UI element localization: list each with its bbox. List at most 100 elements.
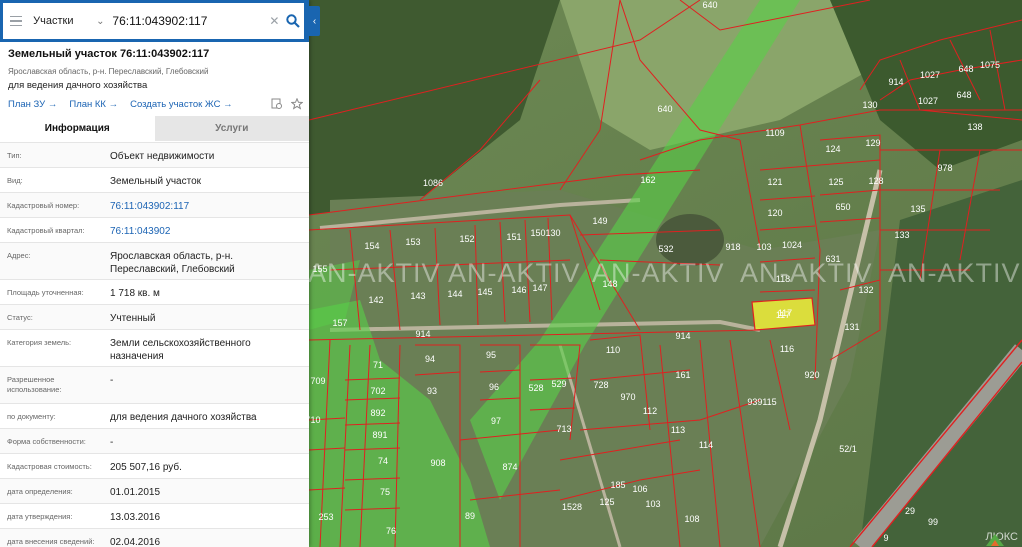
plot-label[interactable]: 1024 [782, 240, 802, 250]
plot-label[interactable]: 130 [545, 228, 560, 238]
plot-label[interactable]: 528 [528, 383, 543, 393]
plot-label[interactable]: 112 [643, 406, 657, 416]
plot-label[interactable]: 709 [310, 376, 325, 386]
plot-label[interactable]: 970 [620, 392, 635, 402]
info-key: Площадь уточненная: [7, 288, 84, 297]
tab-services[interactable]: Услуги [154, 116, 309, 141]
plot-label[interactable]: 1086 [423, 178, 443, 188]
search-button[interactable] [281, 3, 304, 39]
plot-label[interactable]: 978 [937, 163, 952, 173]
plot-label[interactable]: 162 [640, 175, 655, 185]
plot-label[interactable]: 103 [645, 499, 660, 509]
plot-label[interactable]: 185 [610, 480, 625, 490]
link-create-plot[interactable]: Создать участок ЖС → [130, 99, 232, 110]
plot-label[interactable]: 702 [370, 386, 385, 396]
info-value[interactable]: 76:11:043902:117 [110, 200, 302, 213]
plot-label[interactable]: 106 [632, 484, 647, 494]
plot-label[interactable]: 532 [658, 244, 673, 254]
plot-label[interactable]: 76 [386, 526, 396, 536]
plot-label[interactable]: 116 [780, 344, 794, 354]
info-value[interactable]: 76:11:043902 [110, 225, 302, 238]
chevron-down-icon[interactable]: ⌄ [94, 16, 106, 27]
link-plan-zu[interactable]: План ЗУ → [8, 99, 57, 110]
plot-label[interactable]: 161 [675, 370, 690, 380]
plot-label[interactable]: 640 [657, 104, 672, 114]
print-icon[interactable] [271, 98, 283, 110]
plot-label[interactable]: 529 [551, 379, 566, 389]
plot-label[interactable]: 648 [958, 64, 973, 74]
plot-label[interactable]: 713 [556, 424, 571, 434]
plot-label[interactable]: 891 [372, 430, 387, 440]
plot-label[interactable]: 99 [928, 517, 938, 527]
plot-label[interactable]: 108 [684, 514, 699, 524]
plot-label[interactable]: 151 [506, 232, 521, 242]
plot-label[interactable]: 153 [405, 237, 420, 247]
plot-label[interactable]: 125 [828, 177, 843, 187]
plot-label[interactable]: 129 [865, 138, 880, 148]
plot-label[interactable]: 874 [502, 462, 517, 472]
search-input[interactable] [106, 6, 268, 36]
plot-label[interactable]: 128 [868, 176, 883, 186]
plot-label[interactable]: 131 [844, 322, 859, 332]
plot-label[interactable]: 138 [967, 122, 982, 132]
plot-label[interactable]: 939115 [747, 397, 776, 407]
plot-label[interactable]: 110 [606, 345, 620, 355]
plot-label[interactable]: 103 [756, 242, 771, 252]
plot-label[interactable]: 71 [373, 360, 383, 370]
plot-label[interactable]: 133 [894, 230, 909, 240]
plot-label[interactable]: 918 [725, 242, 740, 252]
plot-label[interactable]: 135 [910, 204, 925, 214]
info-value: Учтенный [110, 313, 156, 324]
plot-label[interactable]: 728 [593, 380, 608, 390]
plot-label[interactable]: 1027 [918, 96, 938, 106]
plot-label[interactable]: 97 [491, 416, 501, 426]
menu-icon[interactable] [3, 3, 29, 39]
plot-label[interactable]: 648 [956, 90, 971, 100]
plot-label[interactable]: 75 [380, 487, 390, 497]
plot-label[interactable]: 125 [599, 497, 614, 507]
plot-label[interactable]: 914 [675, 331, 690, 341]
clear-icon[interactable]: ✕ [267, 14, 281, 28]
plot-label[interactable]: 154 [364, 241, 379, 251]
plot-label[interactable]: 89 [465, 511, 475, 521]
plot-label[interactable]: 1027 [920, 70, 940, 80]
plot-label[interactable]: 124 [825, 144, 840, 154]
plot-label[interactable]: 93 [427, 386, 437, 396]
plot-label[interactable]: 157 [332, 318, 347, 328]
plot-label[interactable]: 650 [835, 202, 850, 212]
plot-label[interactable]: 1528 [562, 502, 582, 512]
plot-label[interactable]: 114 [699, 440, 713, 450]
plot-label[interactable]: 640 [702, 0, 717, 10]
tab-info[interactable]: Информация [0, 116, 155, 141]
selected-plot-label[interactable]: 117 [776, 310, 790, 320]
plot-label[interactable]: 29 [905, 506, 915, 516]
plot-label[interactable]: 9 [883, 533, 888, 543]
plot-label[interactable]: 113 [671, 425, 685, 435]
plot-label[interactable]: 74 [378, 456, 388, 466]
layer-select[interactable]: Участки [33, 15, 94, 27]
plot-label[interactable]: 914 [415, 329, 430, 339]
plot-label[interactable]: 96 [489, 382, 499, 392]
plot-label[interactable]: 95 [486, 350, 496, 360]
plot-label[interactable]: 914 [888, 77, 903, 87]
collapse-panel-button[interactable]: ‹ [309, 6, 320, 36]
plot-label[interactable]: 144 [447, 289, 462, 299]
star-icon[interactable] [291, 98, 303, 110]
plot-label[interactable]: 121 [767, 177, 782, 187]
plot-label[interactable]: 120 [767, 208, 782, 218]
plot-label[interactable]: 149 [592, 216, 607, 226]
plot-label[interactable]: 143 [410, 291, 425, 301]
plot-label[interactable]: 150 [530, 228, 545, 238]
link-plan-kk[interactable]: План КК → [69, 99, 118, 110]
plot-label[interactable]: 920 [804, 370, 819, 380]
plot-label[interactable]: 908 [430, 458, 445, 468]
plot-label[interactable]: 253 [318, 512, 333, 522]
plot-label[interactable]: 52/1 [839, 444, 857, 454]
plot-label[interactable]: 1109 [765, 128, 784, 138]
plot-label[interactable]: 892 [370, 408, 385, 418]
plot-label[interactable]: 152 [459, 234, 474, 244]
plot-label[interactable]: 142 [368, 295, 383, 305]
plot-label[interactable]: 1075 [980, 60, 1000, 70]
plot-label[interactable]: 130 [862, 100, 877, 110]
plot-label[interactable]: 94 [425, 354, 435, 364]
